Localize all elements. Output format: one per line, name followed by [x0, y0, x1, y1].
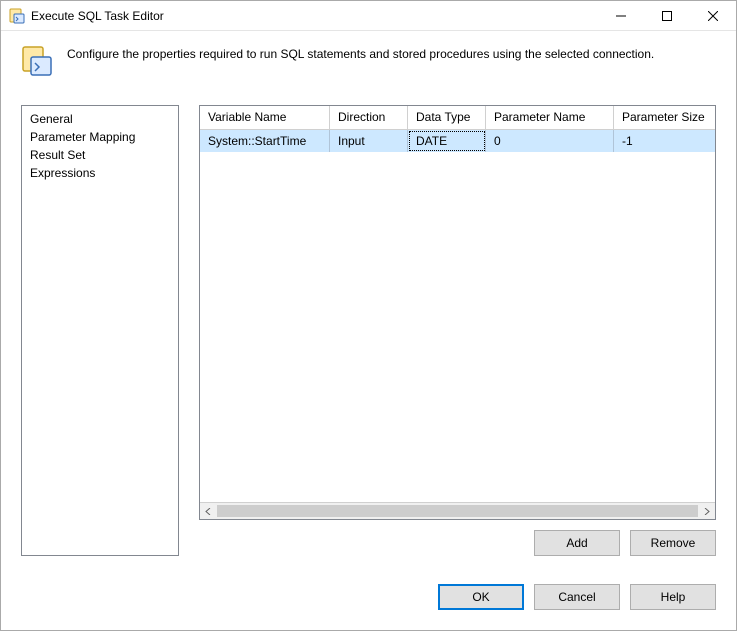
grid-row[interactable]: System::StartTime Input DATE 0 -1 — [200, 130, 715, 152]
scroll-thumb[interactable] — [217, 505, 698, 517]
col-parameter-name[interactable]: Parameter Name — [486, 106, 614, 129]
sidebar-item-expressions[interactable]: Expressions — [22, 164, 178, 182]
main-pane: Variable Name Direction Data Type Parame… — [199, 105, 716, 556]
horizontal-scrollbar[interactable] — [200, 502, 715, 519]
help-button[interactable]: Help — [630, 584, 716, 610]
dialog-window: Execute SQL Task Editor Configure the pr… — [0, 0, 737, 631]
remove-button[interactable]: Remove — [630, 530, 716, 556]
col-parameter-size[interactable]: Parameter Size — [614, 106, 715, 129]
titlebar: Execute SQL Task Editor — [1, 1, 736, 31]
cell-parameter-size[interactable]: -1 — [614, 130, 715, 152]
minimize-button[interactable] — [598, 1, 644, 31]
col-variable-name[interactable]: Variable Name — [200, 106, 330, 129]
header-row: Configure the properties required to run… — [1, 31, 736, 85]
cell-direction[interactable]: Input — [330, 130, 408, 152]
grid-buttons: Add Remove — [199, 520, 716, 556]
app-icon — [9, 8, 25, 24]
cell-parameter-name[interactable]: 0 — [486, 130, 614, 152]
scroll-track[interactable] — [217, 503, 698, 519]
col-data-type[interactable]: Data Type — [408, 106, 486, 129]
grid-body: System::StartTime Input DATE 0 -1 — [200, 130, 715, 502]
cancel-button[interactable]: Cancel — [534, 584, 620, 610]
dialog-description: Configure the properties required to run… — [67, 45, 654, 61]
dialog-buttons: OK Cancel Help — [1, 564, 736, 630]
close-button[interactable] — [690, 1, 736, 31]
task-icon — [21, 45, 53, 77]
sidebar-item-general[interactable]: General — [22, 110, 178, 128]
scroll-left-icon[interactable] — [200, 503, 217, 519]
add-button[interactable]: Add — [534, 530, 620, 556]
cell-variable-name[interactable]: System::StartTime — [200, 130, 330, 152]
grid-header: Variable Name Direction Data Type Parame… — [200, 106, 715, 130]
ok-button[interactable]: OK — [438, 584, 524, 610]
window-title: Execute SQL Task Editor — [31, 9, 164, 23]
sidebar: General Parameter Mapping Result Set Exp… — [21, 105, 179, 556]
sidebar-item-parameter-mapping[interactable]: Parameter Mapping — [22, 128, 178, 146]
cell-data-type[interactable]: DATE — [408, 130, 486, 152]
scroll-right-icon[interactable] — [698, 503, 715, 519]
sidebar-item-result-set[interactable]: Result Set — [22, 146, 178, 164]
parameter-grid: Variable Name Direction Data Type Parame… — [199, 105, 716, 520]
col-direction[interactable]: Direction — [330, 106, 408, 129]
maximize-button[interactable] — [644, 1, 690, 31]
